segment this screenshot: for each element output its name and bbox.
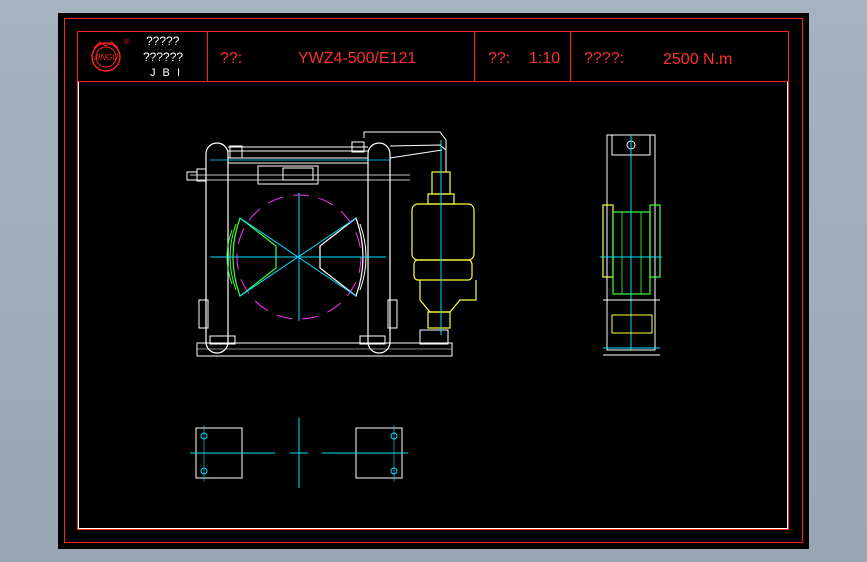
cad-drawing: JINGU ® ????? ?????? J B I ??: YWZ4-500/… [64, 18, 803, 543]
company-abbr: J B I [150, 67, 182, 79]
company-line1: ????? [146, 34, 180, 48]
company-line2: ?????? [143, 50, 183, 64]
electro-hydraulic-thruster [411, 171, 477, 329]
scale-label: ??: [488, 50, 510, 67]
torque-label: ????: [584, 50, 624, 67]
foundation-plates [190, 418, 408, 488]
drawing-border [78, 81, 788, 529]
company-logo: JINGU ® [91, 38, 130, 72]
model-value: YWZ4-500/E121 [298, 50, 416, 67]
torque-value: 2500 N.m [663, 51, 732, 68]
front-view-brake [186, 131, 477, 357]
model-label: ??: [220, 50, 242, 67]
scale-value: 1:10 [529, 50, 560, 67]
right-brake-arm [367, 142, 391, 354]
registered-mark: ® [124, 38, 130, 46]
side-view-brake [600, 134, 662, 356]
left-brake-arm [205, 142, 229, 354]
logo-text: JINGU [93, 53, 118, 62]
